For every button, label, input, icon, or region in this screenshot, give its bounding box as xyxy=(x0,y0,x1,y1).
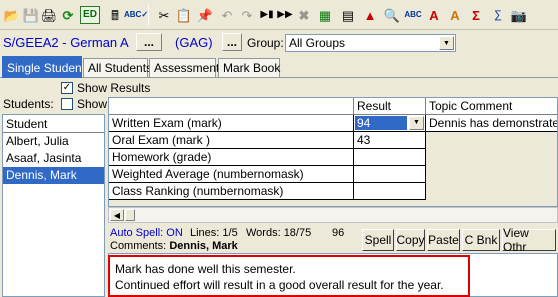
comment-bank-label: C Bnk xyxy=(464,233,498,247)
tab-all-students[interactable]: All Students xyxy=(83,58,152,77)
comment-textarea[interactable]: Mark has done well this semester. Contin… xyxy=(108,255,470,297)
chart-icon[interactable]: ▲ xyxy=(361,6,379,24)
chevron-down-icon[interactable]: ▼ xyxy=(409,116,424,130)
show-results-checkbox[interactable]: ✓ xyxy=(61,82,73,94)
comment-bank-button[interactable]: C Bnk xyxy=(462,229,500,251)
students-label: Students: xyxy=(3,97,54,111)
spellcheck-icon[interactable]: ABC✓ xyxy=(124,6,148,24)
grid-header-result[interactable]: Result xyxy=(354,98,426,115)
auto-spell-status[interactable]: Auto Spell: ON xyxy=(110,227,183,239)
last-icon[interactable]: ▶▶ xyxy=(276,6,294,24)
list-item[interactable]: Dennis, Mark xyxy=(3,167,104,184)
table-row-result[interactable] xyxy=(354,166,426,183)
student-column-header[interactable]: Student xyxy=(3,115,104,133)
tab-label: Single Student xyxy=(7,60,86,75)
comment-line: Mark has done well this semester. xyxy=(115,262,296,276)
sigma-icon[interactable]: Σ xyxy=(467,6,485,24)
copy-icon[interactable]: 📋 xyxy=(175,6,193,24)
table-row-task[interactable]: Oral Exam (mark ) xyxy=(109,132,354,149)
scroll-left-icon[interactable]: ◀ xyxy=(110,209,124,221)
group-label: Group: xyxy=(247,36,284,50)
next-icon[interactable]: ▶▮ xyxy=(258,6,276,24)
table-row-result[interactable] xyxy=(354,183,426,200)
results-grid: Result Topic Comment Written Exam (mark)… xyxy=(108,97,558,207)
table-row-result[interactable] xyxy=(354,149,426,166)
table-row-result[interactable]: 43 xyxy=(354,132,426,149)
formula-icon[interactable]: ∑ xyxy=(489,6,507,24)
grid-header-topic-comment[interactable]: Topic Comment xyxy=(426,98,557,115)
undo-icon[interactable]: ↶ xyxy=(218,6,236,24)
horizontal-scrollbar[interactable]: ◀ xyxy=(108,207,558,223)
grid-icon[interactable]: ▦ xyxy=(316,6,334,24)
comments-prefix: Comments: xyxy=(110,240,167,252)
table-row-task[interactable]: Class Ranking (numbernomask) xyxy=(109,183,354,200)
words-count: Words: 18/75 xyxy=(246,227,312,239)
table-row-task[interactable]: Weighted Average (numbernomask) xyxy=(109,166,354,183)
group-select-label: ... xyxy=(226,35,237,49)
font-color-icon[interactable]: A xyxy=(425,6,443,24)
tab-strip-line xyxy=(0,77,558,78)
refresh-icon[interactable]: ⟳ xyxy=(59,6,77,24)
student-list: Student Albert, Julia Asaaf, Jasinta Den… xyxy=(2,114,105,297)
ed-label: ED xyxy=(83,9,97,20)
class-name: S/GEEA2 - German A xyxy=(3,35,129,50)
comments-student: Dennis, Mark xyxy=(169,240,238,252)
view-other-label: View Othr xyxy=(503,226,529,254)
table-icon[interactable]: ▤ xyxy=(339,6,357,24)
chars-count: 96 xyxy=(332,227,345,239)
tab-assessment[interactable]: Assessment xyxy=(149,58,220,77)
comment-line: Continued effort will result in a good o… xyxy=(115,278,444,292)
save-disk-icon[interactable]: 💾 xyxy=(22,6,40,24)
cut-icon[interactable]: ✂ xyxy=(155,6,173,24)
result-dropdown[interactable]: 94 ▼ xyxy=(354,115,426,132)
grid-header-task xyxy=(109,98,354,115)
camera-icon[interactable]: 📷 xyxy=(510,6,528,24)
group-dropdown[interactable]: All Groups ▼ xyxy=(285,34,456,52)
show-results-label: Show Results xyxy=(77,81,151,95)
open-folder-icon[interactable]: 📂 xyxy=(3,6,21,24)
calculator-icon[interactable]: 🖩 xyxy=(106,6,124,24)
group-dropdown-value: All Groups xyxy=(289,36,346,50)
toolbar-separator xyxy=(148,5,149,25)
paste-button[interactable]: Paste xyxy=(427,229,460,251)
chevron-down-icon[interactable]: ▼ xyxy=(439,36,454,50)
tab-label: Mark Book xyxy=(223,61,281,75)
view-other-button[interactable]: View Othr xyxy=(502,226,556,254)
comments-label: Comments: Dennis, Mark xyxy=(110,240,238,252)
group-select-button[interactable]: ... xyxy=(222,33,242,51)
delete-icon[interactable]: ✖ xyxy=(295,6,313,24)
table-row-comment[interactable]: Dennis has demonstrated an xyxy=(426,115,557,132)
toolbar: 📂 💾 🖨 ⟳ ED 🖩 ABC✓ ✂ 📋 📌 ↶ ↷ ▶▮ ▶▶ ✖ ▦ ▤ … xyxy=(0,0,558,30)
scroll-thumb[interactable] xyxy=(125,209,135,221)
spell-label: Spell xyxy=(364,233,392,247)
list-item[interactable]: Albert, Julia xyxy=(3,133,104,150)
preview-icon[interactable]: 🔍 xyxy=(383,6,401,24)
class-select-label: ... xyxy=(143,35,154,49)
table-row-task[interactable]: Written Exam (mark) xyxy=(109,115,354,132)
group-code: (GAG) xyxy=(175,35,213,50)
paste-label: Paste xyxy=(428,233,459,247)
show-students-label: Show xyxy=(77,97,108,111)
spell-button[interactable]: Spell xyxy=(362,229,394,251)
tab-label: Assessment xyxy=(154,61,220,75)
copy-button[interactable]: Copy xyxy=(396,229,425,251)
list-item[interactable]: Asaaf, Jasinta xyxy=(3,150,104,167)
class-select-button[interactable]: ... xyxy=(136,33,162,51)
paste-icon[interactable]: 📌 xyxy=(196,6,214,24)
highlight-icon[interactable]: A xyxy=(446,6,464,24)
ed-icon[interactable]: ED xyxy=(80,6,100,24)
tab-mark-book[interactable]: Mark Book xyxy=(218,58,280,77)
lines-count: Lines: 1/5 xyxy=(190,227,238,239)
table-row-task[interactable]: Homework (grade) xyxy=(109,149,354,166)
tab-single-student[interactable]: Single Student xyxy=(2,56,86,78)
copy-label: Copy xyxy=(396,233,425,247)
redo-icon[interactable]: ↷ xyxy=(238,6,256,24)
show-students-checkbox[interactable] xyxy=(61,98,73,110)
print-icon[interactable]: 🖨 xyxy=(40,6,58,24)
tab-label: All Students xyxy=(88,61,153,75)
spelling-icon[interactable]: ABC xyxy=(404,6,422,24)
result-value[interactable]: 94 xyxy=(355,116,407,130)
